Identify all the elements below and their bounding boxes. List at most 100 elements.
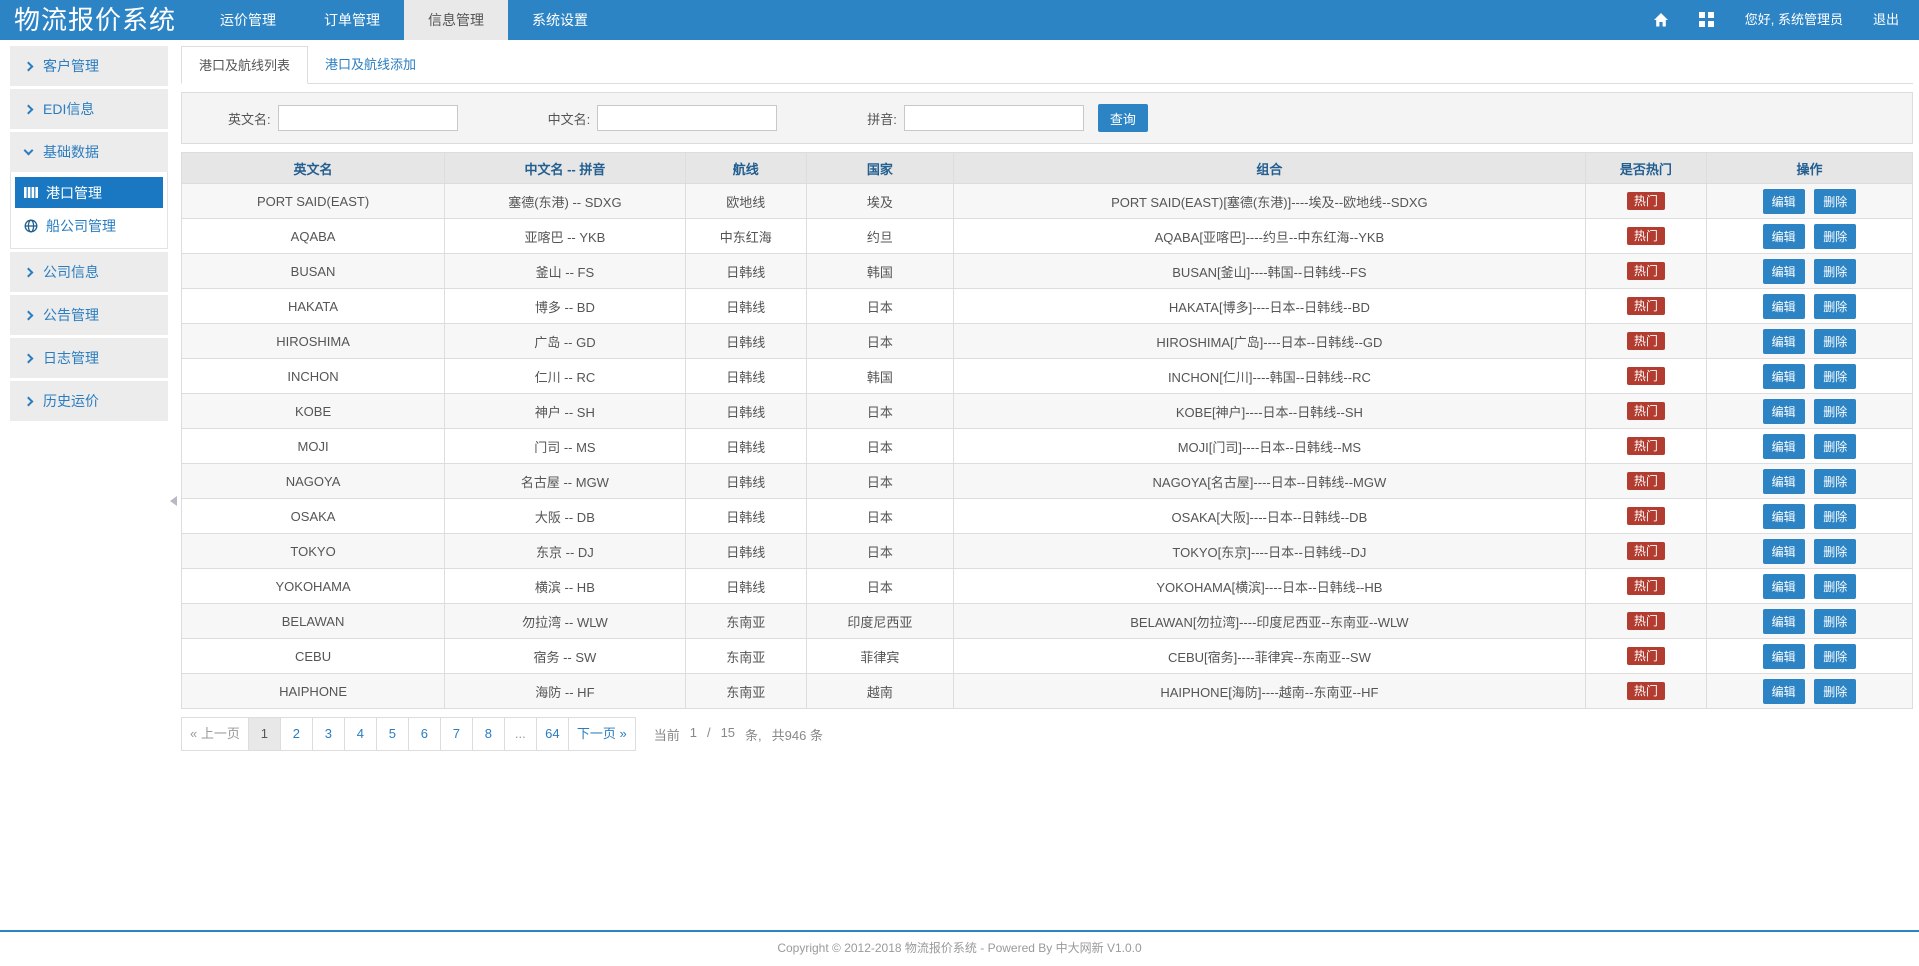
table-row: HIROSHIMA 广岛 -- GD 日韩线 日本 HIROSHIMA[广岛]-… — [182, 324, 1913, 359]
sidebar-item-basic-data[interactable]: 基础数据 — [10, 132, 168, 172]
cell-actions: 编辑 删除 — [1706, 254, 1912, 289]
cell-english-name: YOKOHAMA — [182, 569, 445, 604]
edit-button[interactable]: 编辑 — [1763, 294, 1805, 319]
edit-button[interactable]: 编辑 — [1763, 329, 1805, 354]
sidebar-collapse-handle[interactable] — [170, 496, 177, 506]
sidebar-subitem-port-management[interactable]: 港口管理 — [15, 177, 163, 208]
logout-link[interactable]: 退出 — [1873, 0, 1899, 40]
hot-badge: 热门 — [1627, 472, 1665, 490]
delete-button[interactable]: 删除 — [1814, 364, 1856, 389]
delete-button[interactable]: 删除 — [1814, 259, 1856, 284]
edit-button[interactable]: 编辑 — [1763, 609, 1805, 634]
tab-port-route-add[interactable]: 港口及航线添加 — [308, 46, 433, 83]
cell-actions: 编辑 删除 — [1706, 324, 1912, 359]
sidebar-subitem-label: 船公司管理 — [46, 216, 116, 236]
page-button[interactable]: 6 — [408, 717, 441, 751]
sidebar-item-label: 日志管理 — [43, 348, 99, 368]
chinese-name-input[interactable] — [597, 105, 777, 131]
edit-button[interactable]: 编辑 — [1763, 504, 1805, 529]
delete-button[interactable]: 删除 — [1814, 224, 1856, 249]
nav-item-settings[interactable]: 系统设置 — [508, 0, 612, 40]
delete-button[interactable]: 删除 — [1814, 469, 1856, 494]
page-button[interactable]: 3 — [312, 717, 345, 751]
sidebar-item-edi[interactable]: EDI信息 — [10, 89, 168, 129]
delete-button[interactable]: 删除 — [1814, 399, 1856, 424]
table-body: PORT SAID(EAST) 塞德(东港) -- SDXG 欧地线 埃及 PO… — [182, 184, 1913, 709]
nav-item-info[interactable]: 信息管理 — [404, 0, 508, 40]
english-name-input[interactable] — [278, 105, 458, 131]
delete-button[interactable]: 删除 — [1814, 539, 1856, 564]
field-pinyin: 拼音: — [867, 105, 1084, 131]
edit-button[interactable]: 编辑 — [1763, 364, 1805, 389]
cell-chinese-pinyin: 博多 -- BD — [445, 289, 686, 324]
delete-button[interactable]: 删除 — [1814, 504, 1856, 529]
last-page-button[interactable]: 64 — [536, 717, 569, 751]
cell-actions: 编辑 删除 — [1706, 184, 1912, 219]
cell-is-hot: 热门 — [1585, 219, 1706, 254]
hot-badge: 热门 — [1627, 402, 1665, 420]
cell-country: 菲律宾 — [806, 639, 953, 674]
page-button[interactable]: 5 — [376, 717, 409, 751]
page-button[interactable]: 4 — [344, 717, 377, 751]
sidebar-item-label: 公司信息 — [43, 262, 99, 282]
delete-button[interactable]: 删除 — [1814, 434, 1856, 459]
query-button[interactable]: 查询 — [1098, 104, 1148, 132]
edit-button[interactable]: 编辑 — [1763, 469, 1805, 494]
next-page-button[interactable]: 下一页 » — [568, 717, 636, 751]
page-button-current[interactable]: 1 — [248, 717, 281, 751]
delete-button[interactable]: 删除 — [1814, 189, 1856, 214]
page-button[interactable]: 7 — [440, 717, 473, 751]
cell-chinese-pinyin: 神户 -- SH — [445, 394, 686, 429]
cell-chinese-pinyin: 塞德(东港) -- SDXG — [445, 184, 686, 219]
edit-button[interactable]: 编辑 — [1763, 574, 1805, 599]
apps-grid-icon[interactable] — [1699, 12, 1715, 28]
table-row: BUSAN 釜山 -- FS 日韩线 韩国 BUSAN[釜山]----韩国--日… — [182, 254, 1913, 289]
table-row: YOKOHAMA 横滨 -- HB 日韩线 日本 YOKOHAMA[横滨]---… — [182, 569, 1913, 604]
col-combination: 组合 — [953, 153, 1585, 184]
sidebar-item-logs[interactable]: 日志管理 — [10, 338, 168, 378]
home-icon[interactable] — [1653, 12, 1669, 28]
cell-is-hot: 热门 — [1585, 184, 1706, 219]
edit-button[interactable]: 编辑 — [1763, 399, 1805, 424]
sidebar-subitem-shipping-company[interactable]: 船公司管理 — [15, 210, 163, 241]
edit-button[interactable]: 编辑 — [1763, 224, 1805, 249]
delete-button[interactable]: 删除 — [1814, 679, 1856, 704]
edit-button[interactable]: 编辑 — [1763, 644, 1805, 669]
cell-combination: HAIPHONE[海防]----越南--东南亚--HF — [953, 674, 1585, 709]
app-title: 物流报价系统 — [0, 0, 196, 40]
table-row: CEBU 宿务 -- SW 东南亚 菲律宾 CEBU[宿务]----菲律宾--东… — [182, 639, 1913, 674]
globe-icon — [24, 219, 38, 233]
nav-item-orders[interactable]: 订单管理 — [300, 0, 404, 40]
english-name-label: 英文名: — [228, 109, 271, 128]
delete-button[interactable]: 删除 — [1814, 329, 1856, 354]
delete-button[interactable]: 删除 — [1814, 294, 1856, 319]
col-route: 航线 — [685, 153, 806, 184]
hot-badge: 热门 — [1627, 577, 1665, 595]
tab-port-route-list[interactable]: 港口及航线列表 — [181, 46, 308, 84]
sidebar-subitem-label: 港口管理 — [46, 183, 102, 203]
edit-button[interactable]: 编辑 — [1763, 539, 1805, 564]
edit-button[interactable]: 编辑 — [1763, 679, 1805, 704]
sidebar-item-company-info[interactable]: 公司信息 — [10, 252, 168, 292]
cell-english-name: OSAKA — [182, 499, 445, 534]
nav-item-freight[interactable]: 运价管理 — [196, 0, 300, 40]
edit-button[interactable]: 编辑 — [1763, 259, 1805, 284]
edit-button[interactable]: 编辑 — [1763, 189, 1805, 214]
delete-button[interactable]: 删除 — [1814, 574, 1856, 599]
cell-english-name: BELAWAN — [182, 604, 445, 639]
page-button[interactable]: 2 — [280, 717, 313, 751]
delete-button[interactable]: 删除 — [1814, 609, 1856, 634]
main-menu: 运价管理 订单管理 信息管理 系统设置 — [196, 0, 612, 40]
cell-is-hot: 热门 — [1585, 394, 1706, 429]
prev-page-button[interactable]: « 上一页 — [181, 717, 249, 751]
search-panel: 英文名: 中文名: 拼音: 查询 — [181, 92, 1913, 144]
sidebar-item-customers[interactable]: 客户管理 — [10, 46, 168, 86]
delete-button[interactable]: 删除 — [1814, 644, 1856, 669]
cell-actions: 编辑 删除 — [1706, 289, 1912, 324]
edit-button[interactable]: 编辑 — [1763, 434, 1805, 459]
pinyin-input[interactable] — [904, 105, 1084, 131]
sidebar-item-announcements[interactable]: 公告管理 — [10, 295, 168, 335]
cell-chinese-pinyin: 仁川 -- RC — [445, 359, 686, 394]
sidebar-item-history-rates[interactable]: 历史运价 — [10, 381, 168, 421]
page-button[interactable]: 8 — [472, 717, 505, 751]
